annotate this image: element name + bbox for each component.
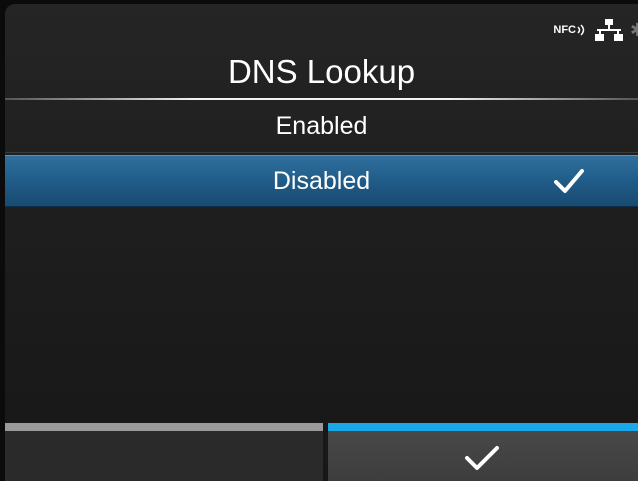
page-title: DNS Lookup [227, 53, 416, 90]
option-disabled[interactable]: Disabled [5, 155, 638, 207]
option-disabled-label: Disabled [272, 167, 371, 195]
option-enabled-label: Enabled [275, 112, 368, 140]
back-button-accent [5, 423, 323, 431]
confirm-button[interactable] [328, 423, 638, 481]
bluetooth-icon: ✱ [630, 21, 638, 39]
back-button[interactable] [5, 423, 323, 481]
network-icon [595, 19, 623, 41]
nfc-icon: NFC [553, 24, 588, 36]
confirm-button-accent [328, 423, 638, 431]
status-bar: NFC ✱ [553, 14, 638, 46]
check-icon [554, 169, 584, 193]
option-enabled[interactable]: Enabled [5, 102, 638, 150]
nfc-label: NFC [553, 24, 576, 36]
confirm-check-icon [465, 446, 499, 470]
title-divider [5, 98, 638, 100]
bottom-bar [5, 423, 638, 481]
screen: NFC ✱ DNS Lookup Enabled Disabled [5, 4, 638, 481]
option-divider [5, 152, 638, 153]
